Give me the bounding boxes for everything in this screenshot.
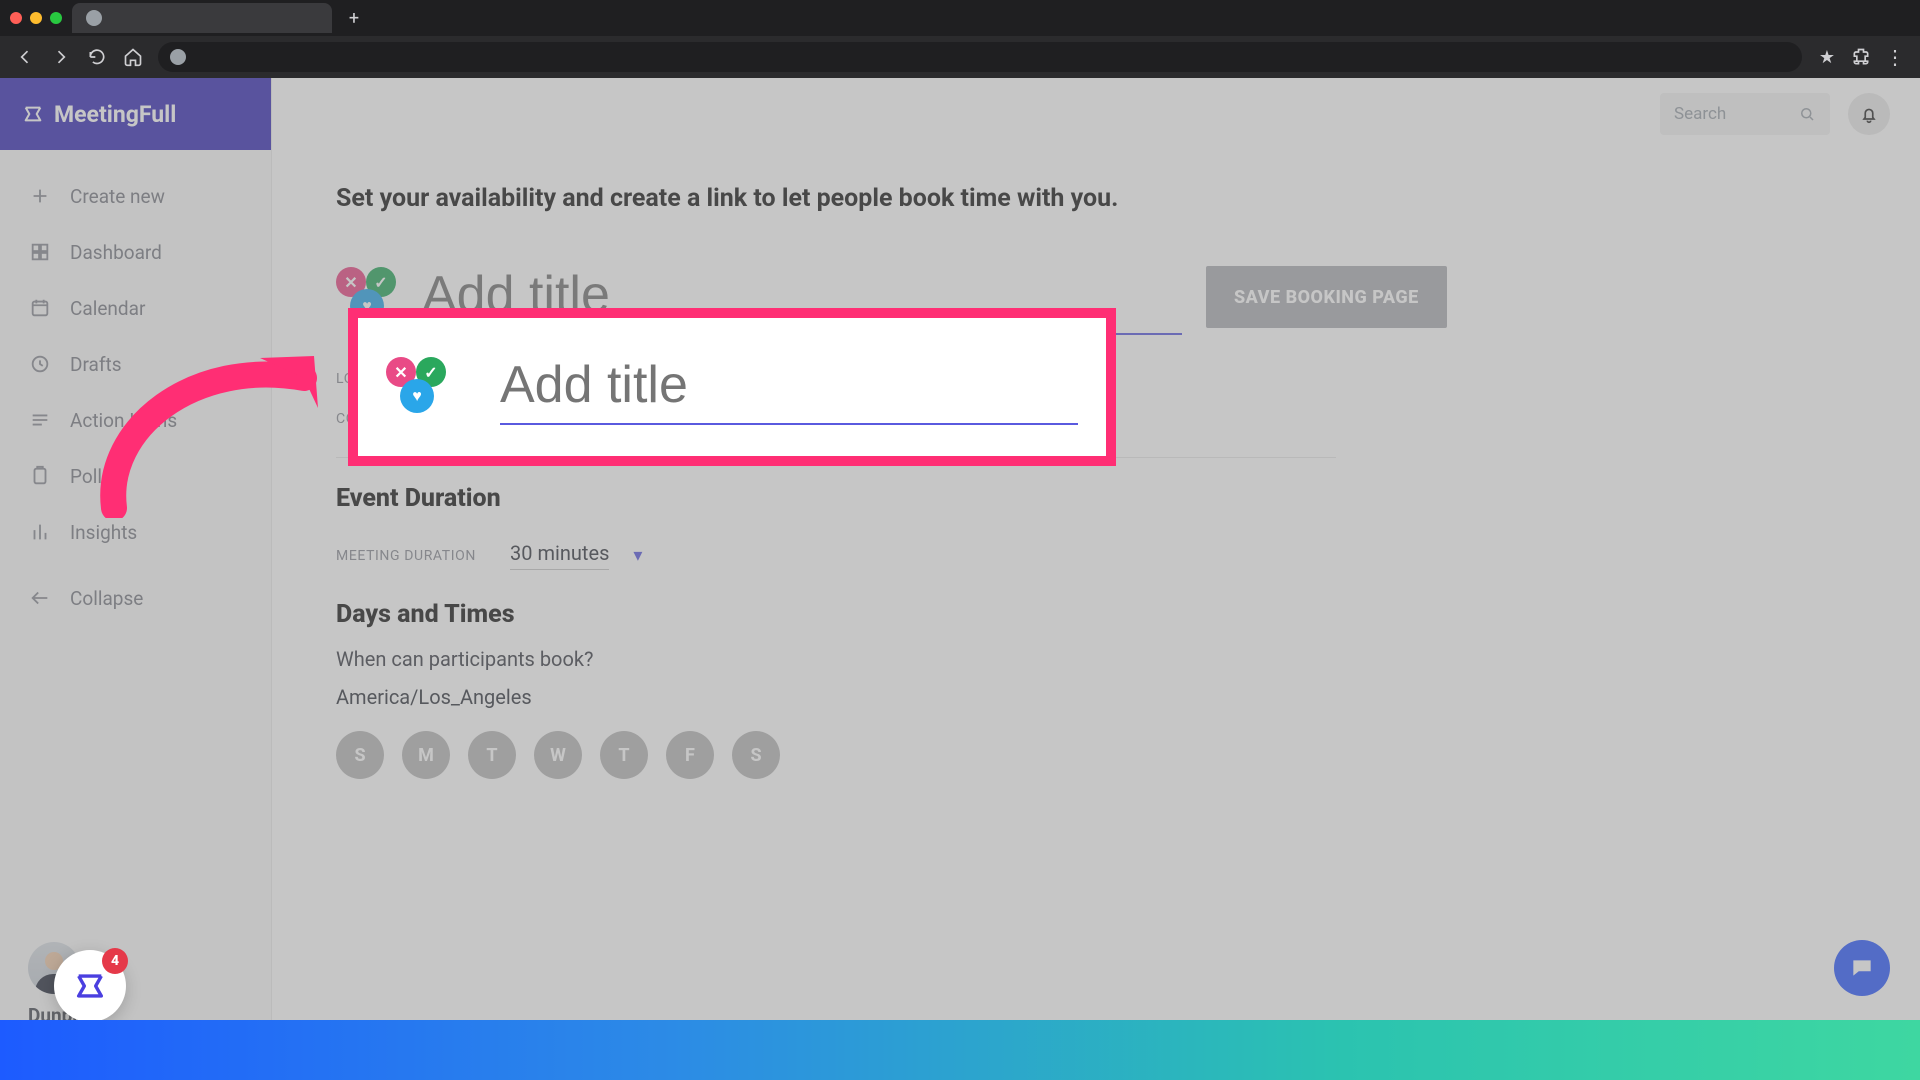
tab-strip: +: [0, 0, 1920, 36]
sidebar-item-dashboard[interactable]: Dashboard: [0, 224, 271, 280]
grid-icon: [28, 240, 52, 264]
sidebar-item-label: Create new: [70, 185, 165, 208]
notifications-button[interactable]: [1848, 93, 1890, 135]
shield-badge-icon: ♥: [350, 289, 384, 323]
page-intro: Set your availability and create a link …: [336, 184, 1884, 213]
day-pill-fri[interactable]: F: [666, 731, 714, 779]
title-input-wrap: [422, 259, 1182, 335]
days-row: S M T W T F S: [336, 731, 1884, 779]
conferencing-row: CONFERENCING Add conference: [336, 407, 1884, 431]
day-pill-wed[interactable]: W: [534, 731, 582, 779]
title-input[interactable]: [422, 259, 1182, 335]
topbar: Search: [272, 78, 1920, 150]
title-badge-stack: ✕ ✓ ♥: [336, 267, 396, 327]
sidebar-item-label: Collapse: [70, 587, 143, 610]
meeting-duration-label: MEETING DURATION: [336, 548, 486, 564]
browser-chrome: + ★ ⋮: [0, 0, 1920, 78]
brand-logo-icon: [22, 103, 44, 125]
help-badge-count: 4: [102, 948, 128, 974]
sidebar-collapse[interactable]: Collapse: [0, 570, 271, 626]
days-and-times-heading: Days and Times: [336, 600, 1884, 629]
tab-favicon: [86, 10, 102, 26]
sidebar-item-label: Action Items: [70, 409, 177, 432]
new-tab-button[interactable]: +: [342, 6, 366, 30]
search-icon: [1798, 105, 1816, 123]
sidebar-item-insights[interactable]: Insights: [0, 504, 271, 560]
brand-logo-icon: [73, 969, 107, 1003]
plus-icon: [28, 184, 52, 208]
help-badge[interactable]: 4: [54, 950, 126, 1022]
brand-bar[interactable]: MeetingFull: [0, 78, 271, 150]
sidebar-item-calendar[interactable]: Calendar: [0, 280, 271, 336]
chat-fab[interactable]: [1834, 940, 1890, 996]
calendar-icon: [28, 296, 52, 320]
location-label: LOCATION: [336, 371, 486, 387]
sidebar-item-label: Dashboard: [70, 241, 162, 264]
location-row: LOCATION Add location: [336, 367, 1884, 391]
home-icon[interactable]: [122, 46, 144, 68]
sidebar-nav: Create new Dashboard Calendar Drafts Act…: [0, 150, 271, 626]
days-question: When can participants book?: [336, 647, 1884, 671]
sidebar-item-label: Insights: [70, 521, 137, 544]
day-pill-tue[interactable]: T: [468, 731, 516, 779]
forward-icon[interactable]: [50, 46, 72, 68]
browser-tab[interactable]: [72, 3, 332, 33]
clipboard-icon: [28, 464, 52, 488]
save-booking-page-button[interactable]: SAVE BOOKING PAGE: [1206, 266, 1447, 328]
reload-icon[interactable]: [86, 46, 108, 68]
title-row: ✕ ✓ ♥ SAVE BOOKING PAGE: [336, 243, 1884, 351]
add-conference-link[interactable]: Add conference: [526, 407, 666, 431]
search-input[interactable]: Search: [1660, 93, 1830, 135]
arrow-left-icon: [28, 586, 52, 610]
day-pill-sat[interactable]: S: [732, 731, 780, 779]
sidebar-item-create-new[interactable]: Create new: [0, 168, 271, 224]
meeting-duration-value[interactable]: 30 minutes: [510, 541, 609, 570]
sidebar-item-label: Calendar: [70, 297, 145, 320]
sidebar-item-drafts[interactable]: Drafts: [0, 336, 271, 392]
gradient-footer: [0, 1020, 1920, 1080]
sidebar-item-label: Drafts: [70, 353, 122, 376]
site-identity-icon: [170, 49, 186, 65]
duration-row: MEETING DURATION 30 minutes ▾: [336, 541, 1884, 570]
window-controls[interactable]: [10, 12, 62, 24]
day-pill-thu[interactable]: T: [600, 731, 648, 779]
sidebar-item-label: Polls: [70, 465, 112, 488]
omnibox[interactable]: [158, 42, 1802, 72]
browser-menu-icon[interactable]: ⋮: [1884, 46, 1906, 68]
extensions-icon[interactable]: [1850, 46, 1872, 68]
sidebar-item-polls[interactable]: Polls: [0, 448, 271, 504]
search-placeholder: Search: [1674, 104, 1726, 124]
sidebar-item-action-items[interactable]: Action Items: [0, 392, 271, 448]
add-location-link[interactable]: Add location: [526, 367, 638, 391]
bars-icon: [28, 520, 52, 544]
list-icon: [28, 408, 52, 432]
sidebar: MeetingFull Create new Dashboard Calenda…: [0, 78, 272, 1080]
day-pill-mon[interactable]: M: [402, 731, 450, 779]
main-content: Set your availability and create a link …: [272, 150, 1920, 1080]
conferencing-label: CONFERENCING: [336, 411, 486, 427]
app-root: MeetingFull Create new Dashboard Calenda…: [0, 78, 1920, 1080]
brand-name: MeetingFull: [54, 101, 176, 128]
clock-icon: [28, 352, 52, 376]
bookmark-star-icon[interactable]: ★: [1816, 46, 1838, 68]
back-icon[interactable]: [14, 46, 36, 68]
chevron-down-icon[interactable]: ▾: [633, 545, 642, 566]
timezone-text: America/Los_Angeles: [336, 685, 1884, 709]
divider: [336, 457, 1336, 458]
browser-toolbar: ★ ⋮: [0, 36, 1920, 78]
title-underline: [422, 333, 1182, 335]
event-duration-heading: Event Duration: [336, 484, 1884, 513]
chat-icon: [1849, 955, 1875, 981]
bell-icon: [1859, 104, 1879, 124]
day-pill-sun[interactable]: S: [336, 731, 384, 779]
